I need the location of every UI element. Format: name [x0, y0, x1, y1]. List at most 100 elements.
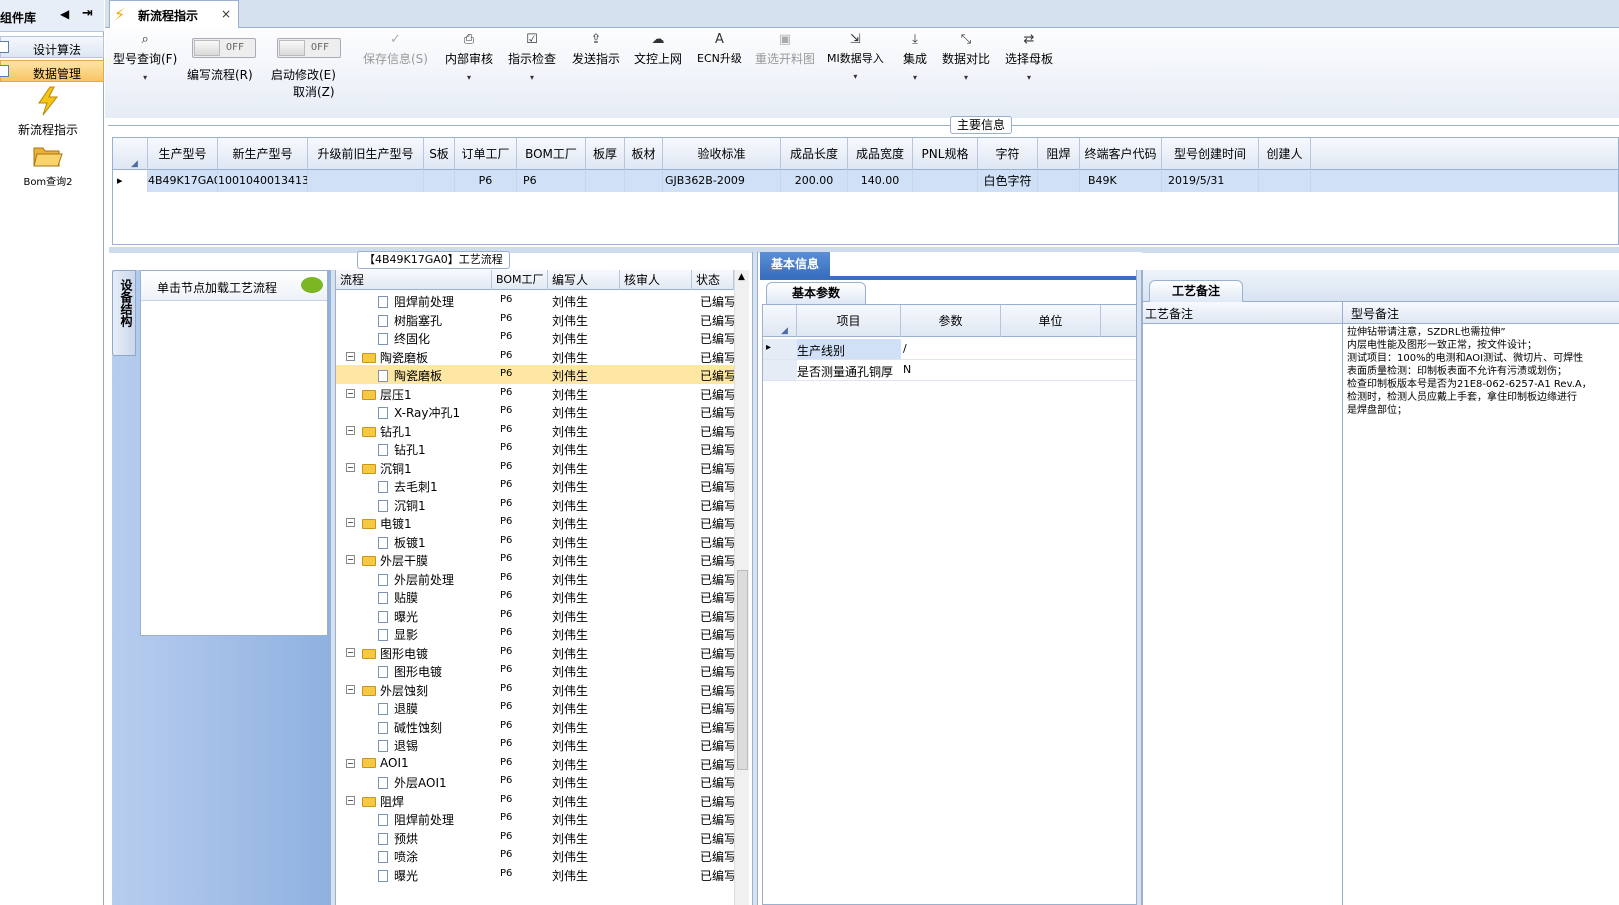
- col-header[interactable]: 参数: [901, 305, 1001, 337]
- tree-leaf-row[interactable]: 外层AOI1 P6 刘伟生 已编写: [336, 772, 736, 791]
- tree-leaf-row[interactable]: 贴膜 P6 刘伟生 已编写: [336, 587, 736, 606]
- chevron-down-icon[interactable]: ▾: [1005, 73, 1053, 82]
- nav-item-design-algorithm[interactable]: 设计算法: [0, 36, 104, 58]
- tree-leaf-row[interactable]: 显影 P6 刘伟生 已编写: [336, 624, 736, 643]
- col-header[interactable]: 状态: [692, 270, 734, 290]
- process-remark-text[interactable]: [1143, 324, 1343, 905]
- tree-folder-row[interactable]: − 钻孔1 P6 刘伟生 已编写: [336, 421, 736, 440]
- tree-folder-row[interactable]: − 沉铜1 P6 刘伟生 已编写: [336, 458, 736, 477]
- col-header[interactable]: 流程: [336, 270, 492, 290]
- col-header[interactable]: 订单工厂: [455, 138, 517, 170]
- col-header[interactable]: 核审人: [620, 270, 692, 290]
- tab-new-process-instruction[interactable]: ⚡ 新流程指示 ×: [109, 0, 239, 28]
- internal-review-button[interactable]: ⎙ 内部审核 ▾: [445, 32, 493, 82]
- col-header[interactable]: 型号创建时间: [1162, 138, 1259, 170]
- table-row[interactable]: ▸ 生产线别 /: [763, 339, 1137, 360]
- collapse-left-icon[interactable]: ◀: [60, 7, 69, 21]
- cancel-button[interactable]: 取消(Z): [293, 83, 335, 100]
- doc-control-online-button[interactable]: ☁ 文控上网: [634, 32, 682, 67]
- col-header[interactable]: 升级前旧生产型号: [308, 138, 424, 170]
- data-compare-button[interactable]: ⤡ 数据对比 ▾: [942, 32, 990, 82]
- tree-leaf-row[interactable]: 钻孔1 P6 刘伟生 已编写: [336, 439, 736, 458]
- col-header[interactable]: 编写人: [548, 270, 620, 290]
- send-instruction-button[interactable]: ⇪ 发送指示: [572, 32, 620, 67]
- chevron-down-icon[interactable]: ▾: [508, 73, 556, 82]
- expand-collapse-icon[interactable]: −: [346, 758, 355, 768]
- tab-equipment-structure[interactable]: 设备结构: [112, 270, 136, 356]
- close-icon[interactable]: ×: [221, 7, 231, 21]
- col-header[interactable]: 单位: [1001, 305, 1101, 337]
- col-header[interactable]: BOM工厂: [517, 138, 586, 170]
- col-header[interactable]: 成品宽度: [848, 138, 913, 170]
- tree-leaf-row[interactable]: 陶瓷磨板 P6 刘伟生 已编写: [336, 365, 736, 384]
- expand-collapse-icon[interactable]: −: [346, 351, 355, 361]
- tree-leaf-row[interactable]: 沉铜1 P6 刘伟生 已编写: [336, 495, 736, 514]
- tree-leaf-row[interactable]: 曝光 P6 刘伟生 已编写: [336, 606, 736, 625]
- tree-leaf-row[interactable]: 阻焊前处理 P6 刘伟生 已编写: [336, 809, 736, 828]
- model-remark-text[interactable]: 拉伸钻带请注意，SZDRL也需拉伸” 内层电性能及图形一致正常，按文件设计； 测试项…: [1343, 324, 1619, 905]
- tree-leaf-row[interactable]: 预烘 P6 刘伟生 已编写: [336, 828, 736, 847]
- col-header[interactable]: 阻焊: [1038, 138, 1080, 170]
- table-row[interactable]: ▸ 4B49K17GA0 10010400134137 P6 P6 GJB362…: [113, 170, 1618, 192]
- tree-leaf-row[interactable]: 碱性蚀刻 P6 刘伟生 已编写: [336, 717, 736, 736]
- select-mother-board-button[interactable]: ⇄ 选择母板 ▾: [1005, 32, 1053, 82]
- nav-bom-query2[interactable]: Bom查询2: [4, 144, 92, 188]
- param-value[interactable]: N: [903, 363, 911, 376]
- tree-leaf-row[interactable]: 图形电镀 P6 刘伟生 已编写: [336, 661, 736, 680]
- instruction-check-button[interactable]: ☑ 指示检查 ▾: [508, 32, 556, 82]
- model-query-button[interactable]: ⌕ 型号查询(F) ▾: [113, 32, 177, 82]
- col-header[interactable]: 成品长度: [781, 138, 848, 170]
- tree-leaf-row[interactable]: 曝光 P6 刘伟生 已编写: [336, 865, 736, 884]
- ecn-upgrade-button[interactable]: A ECN升级: [697, 32, 742, 66]
- pin-icon[interactable]: ⇥: [82, 6, 93, 21]
- col-header[interactable]: 终端客户代码: [1080, 138, 1162, 170]
- integrate-button[interactable]: ⤓ 集成 ▾: [903, 32, 927, 82]
- tree-folder-row[interactable]: − 外层干膜 P6 刘伟生 已编写: [336, 550, 736, 569]
- write-process-toggle[interactable]: OFF: [192, 38, 256, 58]
- tab-basic-info[interactable]: 基本信息: [760, 252, 830, 276]
- expand-collapse-icon[interactable]: −: [346, 425, 355, 435]
- tree-leaf-row[interactable]: 去毛刺1 P6 刘伟生 已编写: [336, 476, 736, 495]
- nav-new-process-instruction[interactable]: 新流程指示: [4, 86, 92, 138]
- reselect-cutting-diagram-button[interactable]: ▣ 重选开料图: [755, 32, 815, 67]
- tree-folder-row[interactable]: − 电镀1 P6 刘伟生 已编写: [336, 513, 736, 532]
- tree-folder-row[interactable]: − 图形电镀 P6 刘伟生 已编写: [336, 643, 736, 662]
- expand-collapse-icon[interactable]: −: [346, 795, 355, 805]
- tree-leaf-row[interactable]: X-Ray冲孔1 P6 刘伟生 已编写: [336, 402, 736, 421]
- param-value[interactable]: /: [903, 342, 907, 355]
- tree-folder-row[interactable]: − 陶瓷磨板 P6 刘伟生 已编写: [336, 347, 736, 366]
- tree-folder-row[interactable]: − AOI1 P6 刘伟生 已编写: [336, 754, 736, 773]
- scroll-up-icon[interactable]: ▲: [738, 272, 745, 282]
- tab-basic-params[interactable]: 基本参数: [766, 282, 866, 304]
- chevron-down-icon[interactable]: ▾: [827, 72, 884, 81]
- mi-data-import-button[interactable]: ⇲ MI数据导入 ▾: [827, 32, 884, 81]
- col-header[interactable]: 生产型号: [148, 138, 218, 170]
- col-header[interactable]: BOM工厂: [492, 270, 548, 290]
- col-header[interactable]: 板厚: [586, 138, 625, 170]
- expand-collapse-icon[interactable]: −: [346, 518, 355, 527]
- tree-leaf-row[interactable]: 退膜 P6 刘伟生 已编写: [336, 698, 736, 717]
- nav-item-data-management[interactable]: 数据管理: [0, 60, 104, 82]
- chevron-down-icon[interactable]: ▾: [903, 73, 927, 82]
- scrollbar-thumb[interactable]: [737, 570, 748, 770]
- save-info-button[interactable]: ✓ 保存信息(S): [363, 32, 428, 67]
- tree-scrollbar[interactable]: ▲: [734, 270, 749, 905]
- start-modify-toggle[interactable]: OFF: [277, 38, 341, 58]
- col-header[interactable]: 项目: [797, 305, 901, 337]
- chevron-down-icon[interactable]: ▾: [942, 73, 990, 82]
- expand-collapse-icon[interactable]: −: [346, 647, 355, 657]
- chevron-down-icon[interactable]: ▾: [113, 73, 177, 82]
- table-row[interactable]: 是否测量通孔铜厚 N: [763, 360, 1137, 381]
- col-header[interactable]: 板材: [625, 138, 663, 170]
- tree-folder-row[interactable]: − 外层蚀刻 P6 刘伟生 已编写: [336, 680, 736, 699]
- tree-leaf-row[interactable]: 外层前处理 P6 刘伟生 已编写: [336, 569, 736, 588]
- tree-leaf-row[interactable]: 阻焊前处理 P6 刘伟生 已编写: [336, 291, 736, 310]
- tab-process-remark[interactable]: 工艺备注: [1149, 280, 1243, 302]
- col-header[interactable]: 字符: [978, 138, 1038, 170]
- vertical-splitter[interactable]: [752, 252, 758, 905]
- chevron-down-icon[interactable]: ▾: [445, 73, 493, 82]
- col-header[interactable]: 验收标准: [663, 138, 781, 170]
- tree-leaf-row[interactable]: 板镀1 P6 刘伟生 已编写: [336, 532, 736, 551]
- expand-collapse-icon[interactable]: −: [346, 388, 355, 398]
- col-header[interactable]: S板: [424, 138, 455, 170]
